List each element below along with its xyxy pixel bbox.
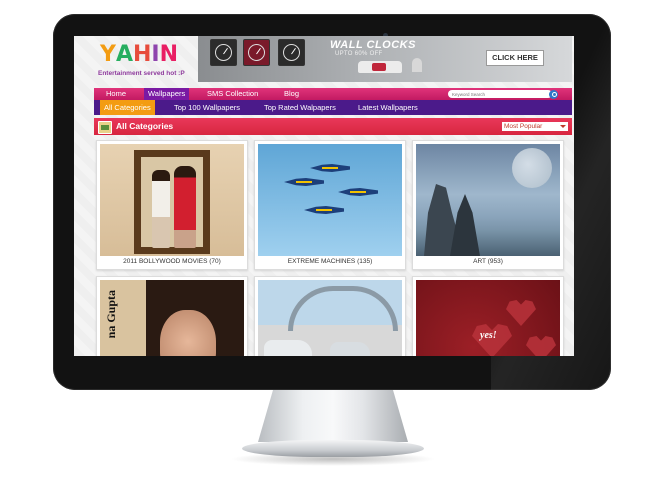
tab-latest[interactable]: Latest Wallpapers (358, 100, 418, 115)
tab-all-categories[interactable]: All Categories (100, 100, 155, 115)
nav-item-blog[interactable]: Blog (284, 88, 299, 100)
category-thumbnail (100, 144, 244, 256)
logo-tagline: Entertainment served hot :P (98, 70, 185, 77)
nav-item-home[interactable]: Home (106, 88, 126, 100)
site-header: YAHIN Entertainment served hot :P WALL C… (94, 36, 572, 88)
person-figure (152, 170, 170, 248)
monitor-stand-base (242, 440, 424, 457)
door-frame (134, 150, 210, 254)
banner-cta-button[interactable]: CLICK HERE (486, 50, 544, 66)
arch-structure (288, 286, 398, 331)
banner-subtitle: UPTO 60% OFF (335, 51, 383, 57)
tab-top-100[interactable]: Top 100 Wallpapers (174, 100, 240, 115)
category-header: All Categories Most Popular (94, 118, 572, 135)
category-caption[interactable]: 2011 BOLLYWOOD MOVIES (70) (97, 258, 247, 265)
logo-letter: I (151, 42, 160, 67)
sofa-image (358, 61, 402, 73)
primary-nav: Home Wallpapers SMS Collection Blog (94, 88, 572, 100)
jet-image (310, 164, 350, 172)
website: YAHIN Entertainment served hot :P WALL C… (94, 36, 572, 356)
category-thumbnail (258, 144, 402, 256)
category-card[interactable]: yes! (412, 276, 564, 356)
category-card[interactable]: 2011 BOLLYWOOD MOVIES (70) (96, 140, 248, 270)
heart-image (506, 300, 536, 326)
category-card[interactable]: ART (953) (412, 140, 564, 270)
car-image (264, 340, 312, 356)
sort-select[interactable]: Most Popular (502, 122, 568, 131)
category-caption[interactable]: ART (953) (413, 258, 563, 265)
monitor-stand (258, 390, 408, 442)
tab-top-rated[interactable]: Top Rated Walpapers (264, 100, 336, 115)
heart-image (526, 336, 556, 356)
clock-icon (243, 39, 270, 66)
category-thumbnail: na Gupta (100, 280, 244, 356)
logo-letter: Y (100, 42, 116, 67)
category-card[interactable]: na Gupta (96, 276, 248, 356)
thumbnail-text: na Gupta (104, 290, 118, 339)
category-thumbnail (416, 144, 560, 256)
person-figure (174, 166, 196, 248)
category-card[interactable] (254, 276, 406, 356)
thumbnail-text: yes! (480, 330, 497, 341)
secondary-nav: All Categories Top 100 Wallpapers Top Ra… (94, 100, 572, 115)
picture-icon (98, 121, 112, 134)
logo-letter: N (159, 42, 178, 67)
category-thumbnail (258, 280, 402, 356)
banner-title: WALL CLOCKS (330, 39, 416, 51)
site-logo[interactable]: YAHIN Entertainment served hot :P (94, 40, 198, 82)
search-icon[interactable] (549, 89, 558, 99)
category-thumbnail: yes! (416, 280, 560, 356)
search-input[interactable] (448, 90, 552, 98)
jet-image (304, 206, 344, 214)
logo-letter: H (132, 42, 152, 67)
logo-wordmark: YAHIN (100, 42, 178, 67)
jet-image (338, 188, 378, 196)
screen: YAHIN Entertainment served hot :P WALL C… (74, 36, 574, 356)
lamp-image (412, 58, 422, 72)
clock-icon (210, 39, 237, 66)
portrait-image (160, 310, 216, 356)
ad-banner[interactable]: WALL CLOCKS UPTO 60% OFF CLICK HERE (198, 36, 572, 82)
moon-image (512, 148, 552, 188)
category-caption[interactable]: EXTREME MACHINES (135) (255, 258, 405, 265)
car-image (330, 342, 370, 356)
logo-letter: A (115, 42, 133, 67)
jet-image (284, 178, 324, 186)
nav-item-sms-collection[interactable]: SMS Collection (207, 88, 258, 100)
clock-icon (278, 39, 305, 66)
category-title: All Categories (116, 121, 174, 131)
category-card[interactable]: EXTREME MACHINES (135) (254, 140, 406, 270)
nav-item-wallpapers[interactable]: Wallpapers (144, 88, 190, 100)
